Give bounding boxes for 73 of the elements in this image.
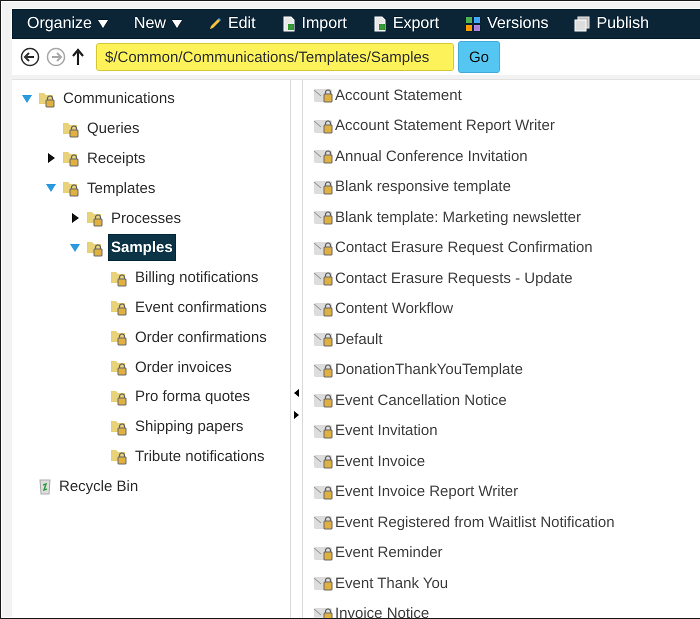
locked-envelope-icon [313,452,333,470]
expanded-arrow-icon[interactable] [22,94,32,103]
toolbar-button[interactable]: Export [364,11,448,37]
tree-item[interactable]: Queries [84,115,143,142]
up-arrow-icon[interactable] [72,48,84,66]
tree-item[interactable]: Tribute notifications [132,442,268,470]
locked-envelope-icon [313,208,333,226]
template-item[interactable]: Event Thank You [335,574,448,592]
expanded-arrow-icon[interactable] [46,184,56,192]
path-field[interactable]: $/Common/Communications/Templates/Samples [96,43,454,71]
collapsed-arrow-icon[interactable] [72,213,78,224]
tree-item[interactable]: Processes [108,204,184,232]
locked-folder-icon [110,298,128,316]
tree-item[interactable]: Order invoices [132,354,235,381]
locked-envelope-icon [313,574,333,592]
tree-item[interactable]: Order confirmations [132,324,270,351]
locked-envelope-icon [313,147,333,166]
menu-button[interactable]: New [124,11,191,37]
locked-folder-icon [62,149,80,168]
template-item[interactable]: Event Invitation [335,422,438,440]
toolbar-button[interactable]: Edit [198,11,265,37]
back-icon[interactable] [20,47,40,67]
document-icon [372,16,387,32]
tree-item[interactable]: Event confirmations [132,294,270,321]
template-item[interactable]: Contact Erasure Request Confirmation [335,239,593,256]
locked-folder-icon [62,179,80,198]
collapse-left-icon[interactable] [294,389,299,397]
pencil-icon [208,17,222,31]
locked-envelope-icon [313,269,333,288]
tree-item[interactable]: Receipts [84,144,148,172]
tree-item[interactable]: Shipping papers [132,413,246,440]
template-item[interactable]: Event Invoice Report Writer [335,483,518,500]
template-item[interactable]: Default [335,330,383,348]
locked-folder-icon [110,358,128,376]
tree-item[interactable]: Templates [84,174,158,202]
caret-icon [98,20,108,28]
template-item[interactable]: Event Invoice [335,452,426,470]
locked-folder-icon [110,328,128,346]
tree-item[interactable]: Samples [108,234,176,262]
expand-right-icon[interactable] [294,411,299,419]
locked-envelope-icon [313,330,333,348]
template-item[interactable]: Account Statement Report Writer [335,117,555,134]
locked-envelope-icon [313,513,333,532]
template-item[interactable]: DonationThankYouTemplate [335,361,523,378]
go-button[interactable]: Go [458,41,500,73]
menu-button[interactable]: Organize [18,11,117,37]
tree-item[interactable]: Pro forma quotes [132,383,254,410]
pages-icon [574,16,590,32]
locked-folder-icon [110,447,128,466]
collapsed-arrow-icon[interactable] [48,153,54,164]
template-item[interactable]: Annual Conference Invitation [335,148,528,165]
template-item[interactable]: Blank template: Marketing newsletter [335,208,581,226]
tree-item[interactable]: Communications [60,85,178,112]
template-item[interactable]: Content Workflow [335,300,454,318]
locked-envelope-icon [313,86,333,104]
tree-item[interactable]: Billing notifications [132,264,262,292]
template-item[interactable]: Event Cancellation Notice [335,392,507,409]
toolbar-button[interactable]: Publish [565,11,658,37]
caret-icon [172,20,182,28]
template-item[interactable]: Event Registered from Waitlist Notification [335,514,615,531]
document-icon [282,16,296,32]
toolbar-button[interactable]: Versions [456,11,558,37]
locked-envelope-icon [313,391,333,410]
recycle-bin-icon [38,477,52,496]
grid-icon [465,16,482,32]
expanded-arrow-icon[interactable] [70,244,80,252]
toolbar-button[interactable]: Import [272,11,356,37]
template-item[interactable]: Event Reminder [335,544,443,562]
template-item[interactable]: Blank responsive template [335,178,511,196]
template-item[interactable]: Account Statement [335,86,462,104]
locked-folder-icon [86,209,104,228]
template-item[interactable]: Contact Erasure Requests - Update [335,270,573,287]
tree-item[interactable]: Recycle Bin [56,472,142,500]
